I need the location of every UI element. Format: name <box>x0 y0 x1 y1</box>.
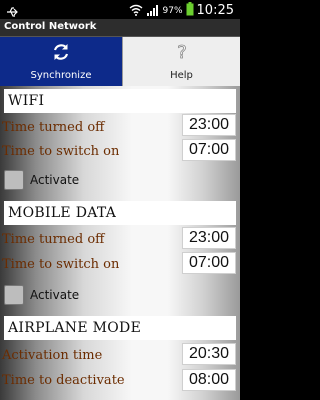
mobile-data-section-header: MOBILE DATA <box>4 201 236 225</box>
wifi-on-label: Time to switch on <box>2 144 120 159</box>
wifi-section-header: WIFI <box>4 89 236 113</box>
wifi-activate-checkbox[interactable] <box>4 170 24 190</box>
airplane-section-header: AIRPLANE MODE <box>4 316 236 340</box>
mobile-data-off-label: Time turned off <box>2 232 105 247</box>
wifi-off-label: Time turned off <box>2 120 105 135</box>
airplane-deactivate-label: Time to deactivate <box>2 373 125 388</box>
airplane-activation-time[interactable]: 20:30 <box>182 343 236 365</box>
tab-synchronize[interactable]: Synchronize <box>0 37 122 86</box>
tab-help[interactable]: ? Help <box>122 37 240 86</box>
battery-percent: 97% <box>162 5 183 16</box>
mobile-data-activate[interactable]: Activate <box>4 285 79 305</box>
sync-icon <box>51 42 71 66</box>
wifi-off-time[interactable]: 23:00 <box>182 114 236 136</box>
airplane-deactivate-time[interactable]: 08:00 <box>182 369 236 391</box>
mobile-data-activate-label: Activate <box>30 288 80 302</box>
mobile-data-on-time[interactable]: 07:00 <box>182 252 236 274</box>
mobile-data-on-label: Time to switch on <box>2 257 120 272</box>
svg-text:?: ? <box>177 42 187 62</box>
airplane-activation-label: Activation time <box>2 348 103 363</box>
wifi-on-time[interactable]: 07:00 <box>182 139 236 161</box>
app-title: Control Network <box>4 21 97 32</box>
status-bar: 97% 10:25 <box>0 0 240 19</box>
main-content: WIFI Time turned off 23:00 Time to switc… <box>0 86 240 400</box>
clock: 10:25 <box>196 3 234 18</box>
mobile-data-activate-checkbox[interactable] <box>4 285 24 305</box>
mobile-data-off-time[interactable]: 23:00 <box>182 227 236 249</box>
wifi-activate-label: Activate <box>30 173 80 187</box>
signal-icon <box>146 1 160 20</box>
battery-icon <box>186 1 194 20</box>
app-title-bar: Control Network <box>0 19 240 37</box>
tab-bar: Synchronize ? Help <box>0 37 240 86</box>
wifi-icon <box>129 1 143 20</box>
tab-help-label: Help <box>170 70 193 81</box>
help-icon: ? <box>174 42 190 66</box>
tab-synchronize-label: Synchronize <box>30 70 92 81</box>
wifi-activate[interactable]: Activate <box>4 170 79 190</box>
